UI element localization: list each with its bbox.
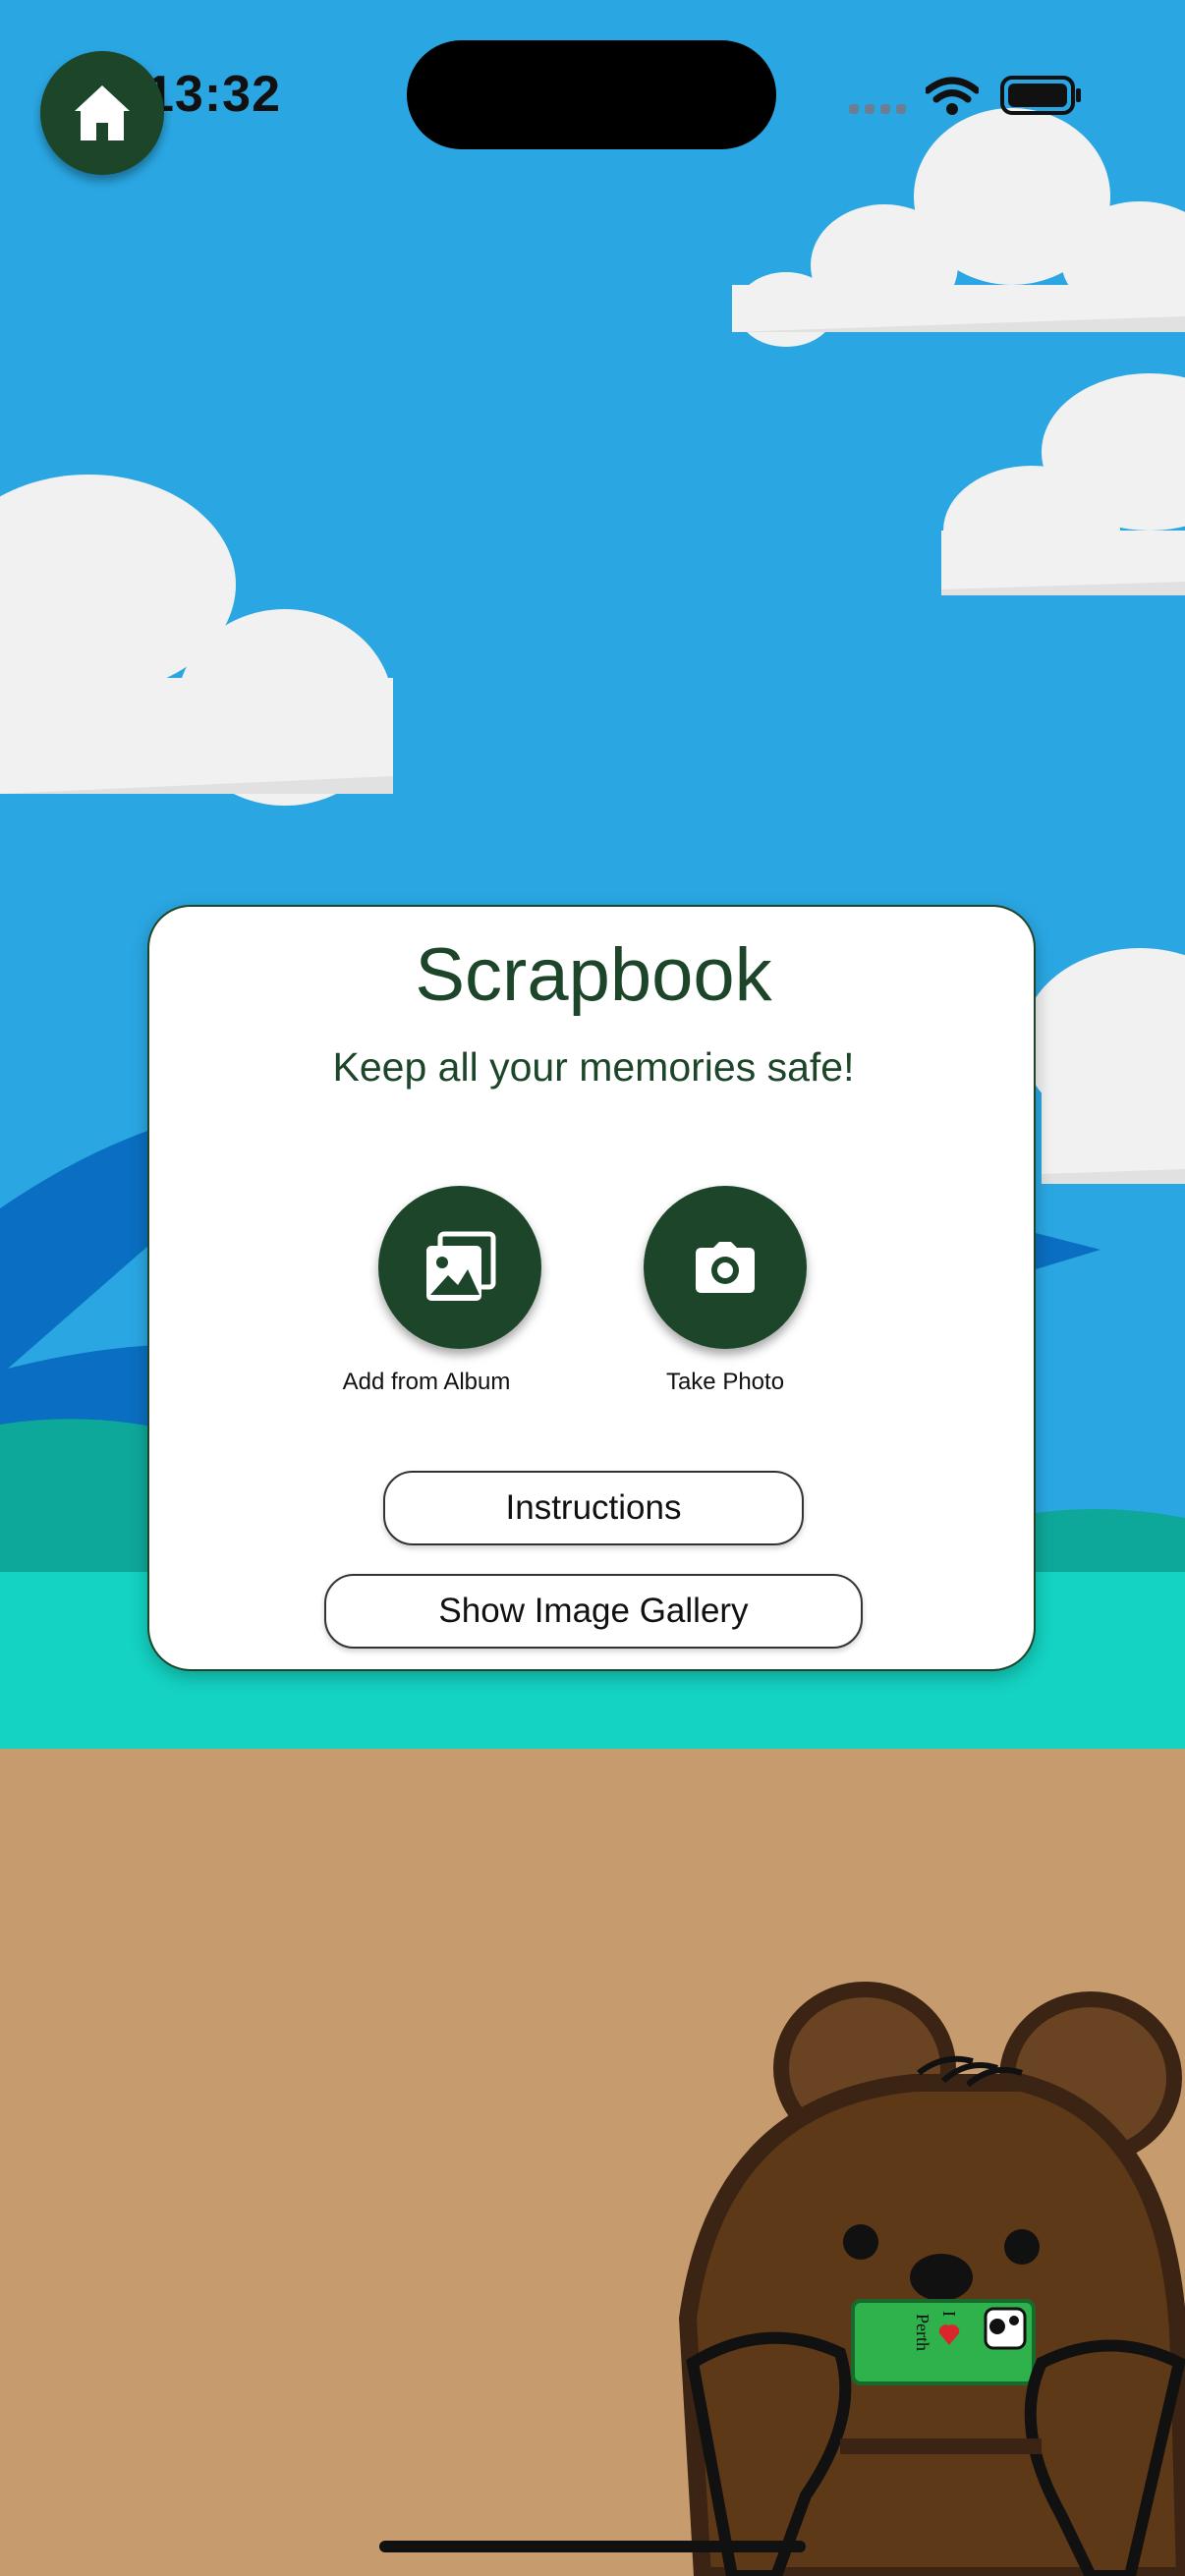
- home-indicator[interactable]: [379, 2541, 806, 2552]
- show-image-gallery-button[interactable]: Show Image Gallery: [324, 1574, 863, 1649]
- photo-album-icon: [426, 1231, 496, 1301]
- add-from-album-label: Add from Album: [342, 1369, 511, 1395]
- page-title: Scrapbook: [415, 933, 772, 1017]
- svg-text:Perth: Perth: [913, 2314, 932, 2351]
- signal-icon: [849, 104, 906, 114]
- add-from-album-button[interactable]: [378, 1186, 541, 1349]
- battery-icon: [1000, 76, 1081, 115]
- take-photo-label: Take Photo: [665, 1369, 785, 1395]
- home-icon: [75, 85, 130, 140]
- svg-text:I: I: [939, 2311, 959, 2317]
- status-time: 13:32: [145, 66, 281, 123]
- home-button[interactable]: [40, 51, 164, 175]
- camera-icon: [696, 1242, 755, 1293]
- instructions-button[interactable]: Instructions: [383, 1471, 804, 1545]
- page-subtitle: Keep all your memories safe!: [332, 1044, 855, 1090]
- take-photo-button[interactable]: [644, 1186, 807, 1349]
- wifi-icon: [926, 77, 979, 115]
- scrapbook-card: Scrapbook Keep all your memories safe! A…: [147, 905, 1036, 1671]
- dynamic-island: [407, 40, 776, 149]
